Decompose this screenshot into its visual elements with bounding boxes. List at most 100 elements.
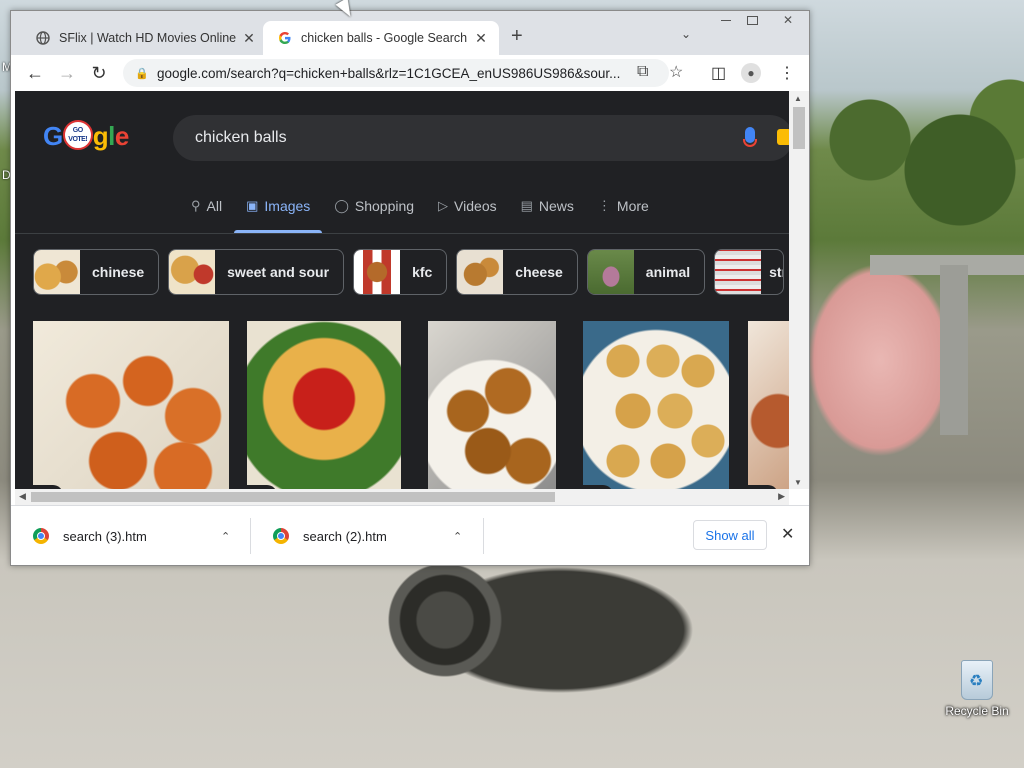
tab-google-search[interactable]: chicken balls - Google Search ✕ (263, 21, 499, 55)
share-icon[interactable]: ⧉ (637, 63, 648, 81)
chip-label: str (769, 264, 783, 280)
new-tab-button[interactable]: + (511, 25, 523, 48)
vote-badge: GO VOTE! (62, 120, 93, 151)
tab-more[interactable]: ⋮ More (598, 191, 649, 221)
chip-thumbnail (169, 250, 216, 294)
star-icon[interactable]: ☆ (669, 62, 683, 82)
chip-thumbnail (354, 250, 401, 294)
search-input[interactable]: chicken balls (173, 115, 789, 161)
chrome-icon (33, 528, 49, 544)
logo-letter: g (92, 121, 109, 151)
reload-icon[interactable]: ↻ (87, 61, 111, 85)
minimize-button[interactable] (713, 11, 739, 29)
browser-window: SFlix | Watch HD Movies Online F ✕ chick… (10, 10, 810, 566)
tab-title: SFlix | Watch HD Movies Online F (59, 31, 239, 45)
result-image-5[interactable]: 🍴 (748, 321, 789, 489)
chip-sweet-and-sour[interactable]: sweet and sour (168, 249, 345, 295)
tab-label: All (206, 198, 223, 214)
chrome-icon (273, 528, 289, 544)
search-tabs: ⚲ All ▣ Images ◯ Shopping ▷ Videos ▤ News ⋮ Mo… (191, 191, 673, 233)
lock-icon[interactable]: 🔒 (135, 67, 149, 80)
tab-news[interactable]: ▤ News (521, 191, 574, 221)
google-g-icon (277, 30, 293, 46)
scroll-down-icon[interactable]: ▼ (794, 478, 802, 487)
tab-videos[interactable]: ▷ Videos (438, 191, 497, 221)
result-image-4[interactable]: 🍴 (583, 321, 729, 489)
tab-label: Images (264, 198, 311, 214)
result-image-3[interactable] (428, 321, 556, 489)
browser-toolbar: ← → ↻ 🔒 google.com/search?q=chicken+ball… (11, 55, 809, 91)
chevron-down-icon[interactable]: ⌄ (681, 27, 691, 41)
chip-thumbnail (715, 250, 762, 294)
recycle-bin-icon (961, 660, 993, 700)
chip-chinese[interactable]: chinese (33, 249, 160, 295)
chip-animal[interactable]: animal (586, 249, 706, 295)
chip-thumbnail (457, 250, 504, 294)
lens-icon[interactable] (777, 129, 789, 145)
close-window-button[interactable]: ✕ (771, 11, 805, 29)
chip-kfc[interactable]: kfc (353, 249, 448, 295)
menu-icon[interactable]: ⋮ (779, 63, 795, 83)
search-query[interactable]: chicken balls (195, 129, 287, 147)
scrollbar-thumb[interactable] (793, 107, 805, 149)
address-url[interactable]: google.com/search?q=chicken+balls&rlz=1C… (157, 66, 627, 81)
google-logo[interactable]: G GO VOTE! gle (43, 120, 129, 153)
tab-all[interactable]: ⚲ All (191, 191, 222, 221)
forward-icon[interactable]: → (55, 61, 79, 85)
scroll-right-icon[interactable]: ▶ (778, 491, 785, 502)
logo-letter: e (114, 121, 129, 151)
vertical-scrollbar[interactable]: ▲ ▼ (789, 91, 809, 489)
chevron-up-icon[interactable]: ⌃ (453, 530, 462, 543)
image-icon: ▣ (246, 198, 259, 213)
tab-sflix[interactable]: SFlix | Watch HD Movies Online F ✕ (21, 21, 267, 55)
logo-letter: l (108, 121, 115, 151)
show-all-button[interactable]: Show all (693, 520, 767, 550)
tag-icon: ◯ (334, 198, 349, 213)
wallpaper-post (940, 265, 968, 435)
tab-label: More (616, 198, 649, 214)
tab-images[interactable]: ▣ Images (234, 191, 323, 233)
back-icon[interactable]: ← (23, 61, 47, 85)
kebab-icon: ⋮ (597, 198, 611, 213)
download-item[interactable]: search (3).htm ⌃ (11, 506, 249, 565)
chip-label: animal (645, 264, 691, 280)
chip-label: kfc (412, 264, 433, 280)
play-icon: ▷ (438, 198, 449, 213)
wallpaper-trees (810, 60, 1024, 260)
chip-str[interactable]: str (714, 249, 785, 295)
profile-icon[interactable]: ● (741, 63, 761, 83)
tab-label: Videos (454, 198, 497, 214)
chip-cheese[interactable]: cheese (456, 249, 578, 295)
tab-strip: SFlix | Watch HD Movies Online F ✕ chick… (11, 11, 809, 55)
scrollbar-thumb[interactable] (31, 492, 555, 502)
scroll-up-icon[interactable]: ▲ (794, 94, 802, 103)
microphone-icon[interactable] (743, 127, 757, 147)
result-image-1[interactable]: 🍴 (33, 321, 229, 489)
result-image-2[interactable]: 🍴 (247, 321, 401, 489)
tab-close-icon[interactable]: ✕ (239, 30, 259, 47)
wallpaper-wheel (385, 560, 505, 690)
chip-label: chinese (92, 264, 145, 280)
download-filename: search (3).htm (63, 528, 147, 544)
divider (483, 518, 484, 554)
tab-close-icon[interactable]: ✕ (471, 30, 491, 47)
close-icon[interactable]: ✕ (781, 524, 794, 544)
logo-letter: G (43, 121, 63, 151)
chip-thumbnail (587, 250, 634, 294)
tab-label: News (538, 198, 574, 214)
result-thumbnail (33, 321, 229, 489)
download-item[interactable]: search (2).htm ⌃ (251, 506, 483, 565)
tab-shopping[interactable]: ◯ Shopping (334, 191, 414, 221)
chip-label: sweet and sour (227, 264, 330, 280)
chevron-up-icon[interactable]: ⌃ (221, 530, 230, 543)
newspaper-icon: ▤ (520, 198, 533, 213)
maximize-button[interactable] (739, 11, 765, 29)
recycle-bin[interactable]: Recycle Bin (942, 660, 1012, 718)
chip-label: cheese (515, 264, 563, 280)
tab-title: chicken balls - Google Search (301, 31, 468, 45)
side-panel-icon[interactable]: ◫ (711, 63, 726, 83)
horizontal-scrollbar[interactable]: ◀ ▶ (15, 489, 789, 505)
scroll-left-icon[interactable]: ◀ (19, 491, 26, 502)
search-icon: ⚲ (191, 198, 201, 213)
address-bar[interactable]: 🔒 google.com/search?q=chicken+balls&rlz=… (123, 59, 683, 87)
